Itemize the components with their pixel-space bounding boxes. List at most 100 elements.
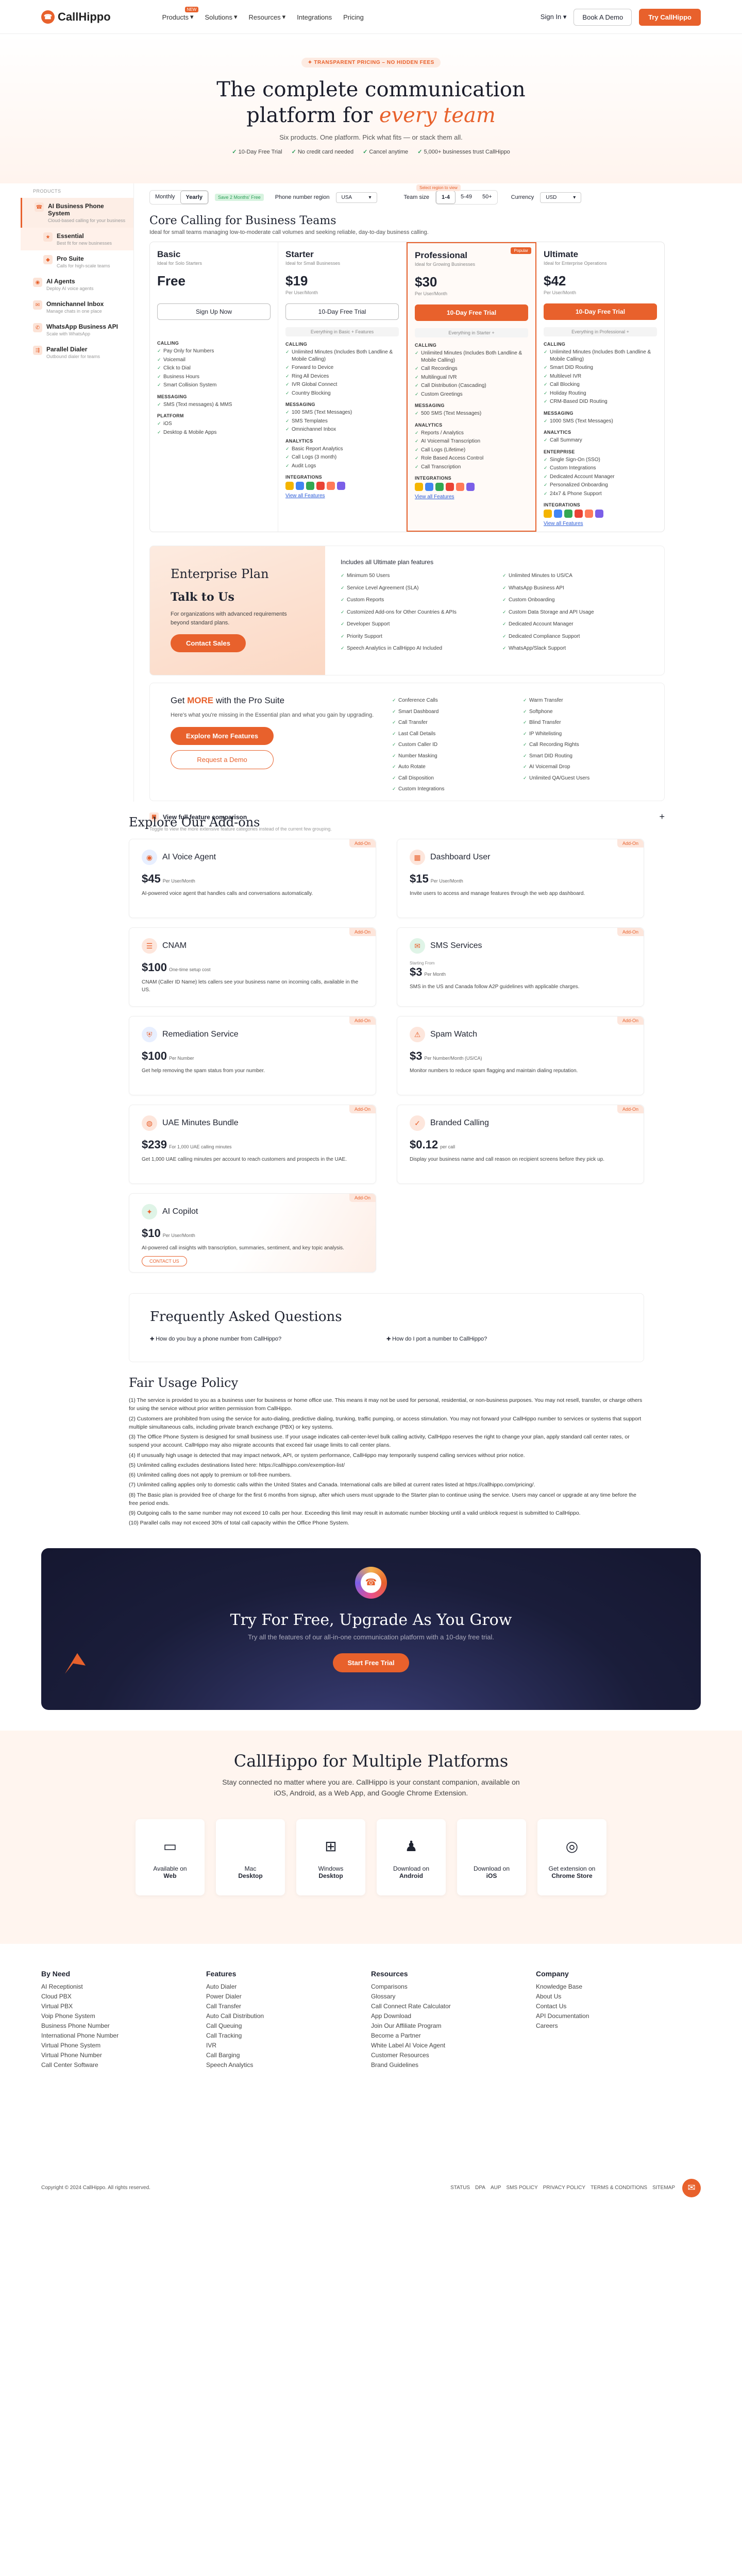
plan-cta-button[interactable]: 10-Day Free Trial — [415, 304, 528, 321]
addon-header: ✉ SMS Services — [410, 938, 631, 954]
addon-price-unit: per call — [440, 1144, 456, 1149]
footer-link[interactable]: Virtual Phone Number — [41, 2052, 206, 2059]
start-trial-button[interactable]: Start Free Trial — [333, 1653, 409, 1672]
new-badge: NEW — [184, 7, 199, 12]
addon-price-unit: Per Number/Month (US/CA) — [424, 1056, 482, 1061]
phone-icon: ☎ — [35, 202, 44, 212]
footer-link[interactable]: Cloud PBX — [41, 1993, 206, 2000]
footer-legal-link[interactable]: STATUS — [450, 2185, 470, 2191]
logo[interactable]: ☎ CallHippo — [41, 10, 111, 24]
billing-toggle[interactable]: Monthly Yearly — [149, 190, 209, 205]
footer-link[interactable]: Voip Phone System — [41, 2012, 206, 2020]
sidebar-item-whatsapp[interactable]: ✆ WhatsApp Business API Scale with WhatsAp… — [21, 318, 133, 341]
explore-features-button[interactable]: Explore More Features — [171, 726, 274, 745]
try-button[interactable]: Try CallHippo — [639, 8, 701, 26]
footer-link[interactable]: Call Connect Rate Calculator — [371, 2003, 536, 2010]
footer-link[interactable]: About Us — [536, 1993, 701, 2000]
footer-legal-link[interactable]: SITEMAP — [652, 2185, 675, 2191]
region-select[interactable]: USA ▾ — [335, 192, 377, 203]
book-demo-button[interactable]: Book A Demo — [574, 8, 632, 26]
footer-legal-link[interactable]: DPA — [475, 2185, 485, 2191]
footer-legal-link[interactable]: TERMS & CONDITIONS — [591, 2185, 647, 2191]
suite-feature: Conference Calls — [392, 697, 513, 704]
nav-pricing[interactable]: Pricing — [343, 13, 364, 21]
footer-link[interactable]: Call Tracking — [206, 2032, 371, 2039]
sidebar-item-parallel-dialer[interactable]: ⇶ Parallel Dialer Outbound dialer for team… — [21, 341, 133, 364]
platform-card-ios[interactable]: Download on iOS — [457, 1819, 526, 1895]
footer-link[interactable]: Business Phone Number — [41, 2022, 206, 2029]
footer-link[interactable]: Call Barging — [206, 2052, 371, 2059]
footer-link[interactable]: White Label AI Voice Agent — [371, 2042, 536, 2049]
footer-legal-link[interactable]: SMS POLICY — [507, 2185, 538, 2191]
feature-item: Call Logs (Lifetime) — [415, 447, 528, 454]
currency-select[interactable]: USD ▾ — [540, 192, 582, 203]
footer-link[interactable]: Call Queuing — [206, 2022, 371, 2029]
view-all-features-link[interactable]: View all Features — [544, 521, 657, 527]
footer-link[interactable]: AI Receptionist — [41, 1983, 206, 1990]
plan-cta-button[interactable]: 10-Day Free Trial — [544, 303, 657, 320]
footer-link[interactable]: Brand Guidelines — [371, 2061, 536, 2069]
signin-link[interactable]: Sign In ▾ — [541, 13, 567, 21]
sidebar-item-essential[interactable]: ★ Essential Best fit for new businesses — [21, 228, 133, 250]
contact-us-button[interactable]: CONTACT US — [142, 1256, 187, 1266]
feature-item: Call Transcription — [415, 464, 528, 471]
footer-legal-link[interactable]: AUP — [491, 2185, 501, 2191]
sidebar-item-ai-agents[interactable]: ◉ AI Agents Deploy AI voice agents — [21, 273, 133, 296]
footer-legal-link[interactable]: PRIVACY POLICY — [543, 2185, 585, 2191]
footer-link[interactable]: Join Our Affiliate Program — [371, 2022, 536, 2029]
request-demo-button[interactable]: Request a Demo — [171, 750, 274, 769]
footer-link[interactable]: Become a Partner — [371, 2032, 536, 2039]
suite-feature: Call Recording Rights — [523, 741, 644, 749]
footer-link[interactable]: App Download — [371, 2012, 536, 2020]
footer-link[interactable]: Comparisons — [371, 1983, 536, 1990]
platform-card-chrome-store[interactable]: ◎ Get extension on Chrome Store — [537, 1819, 606, 1895]
plan-cta-button[interactable]: 10-Day Free Trial — [285, 303, 399, 320]
sidebar-item-phone-system[interactable]: ☎ AI Business Phone System Cloud-based cal… — [21, 198, 133, 228]
footer-link[interactable]: Customer Resources — [371, 2052, 536, 2059]
nav-products[interactable]: Products ▾ NEW — [162, 7, 199, 21]
chat-help-icon[interactable]: ✉ — [682, 2178, 701, 2197]
sidebar-item-pro-suite[interactable]: ◆ Pro Suite Calls for high-scale teams — [21, 250, 133, 273]
platform-line2: Web — [163, 1872, 177, 1879]
addon-card: Add-On ◉ AI Voice Agent $45 Per User/Month AI… — [129, 839, 376, 918]
footer-link[interactable]: Speech Analytics — [206, 2061, 371, 2069]
view-all-features-link[interactable]: View all Features — [415, 494, 528, 500]
footer-link[interactable]: International Phone Number — [41, 2032, 206, 2039]
contact-sales-button[interactable]: Contact Sales — [171, 634, 246, 652]
footer-link[interactable]: Power Dialer — [206, 1993, 371, 2000]
faq-question[interactable]: How do I port a number to CallHippo? — [386, 1336, 623, 1342]
nav-integrations[interactable]: Integrations — [297, 13, 332, 21]
faq-question[interactable]: How do you buy a phone number from CallH… — [150, 1336, 386, 1342]
integration-logos — [285, 482, 399, 490]
footer-link[interactable]: IVR — [206, 2042, 371, 2049]
footer-link[interactable]: Contact Us — [536, 2003, 701, 2010]
suite-feature: Last Call Details — [392, 731, 513, 738]
platform-card-desktop[interactable]: ⊞ Windows Desktop — [296, 1819, 365, 1895]
view-all-features-link[interactable]: View all Features — [285, 493, 399, 499]
policy-line: (6) Unlimited calling does not apply to … — [129, 1472, 292, 1479]
addon-name: UAE Minutes Bundle — [162, 1118, 239, 1127]
footer-link[interactable]: Virtual Phone System — [41, 2042, 206, 2049]
footer-link[interactable]: Call Transfer — [206, 2003, 371, 2010]
footer-link[interactable]: Call Center Software — [41, 2061, 206, 2069]
footer-link[interactable]: API Documentation — [536, 2012, 701, 2020]
sidebar-item-omnichannel[interactable]: ✉ Omnichannel Inbox Manage chats in one pl… — [21, 296, 133, 318]
site-header: ☎ CallHippo Products ▾ NEW Solutions ▾ Res… — [0, 0, 742, 34]
addon-price-unit: For 1,000 UAE calling minutes — [168, 1144, 232, 1149]
addon-price: $0.12 per call — [410, 1138, 631, 1151]
nav-solutions[interactable]: Solutions ▾ — [205, 13, 238, 21]
footer-link[interactable]: Auto Dialer — [206, 1983, 371, 1990]
footer-link[interactable]: Careers — [536, 2022, 701, 2029]
footer-link[interactable]: Glossary — [371, 1993, 536, 2000]
team-size-toggle[interactable]: 1-4 5-49 50+ — [435, 190, 498, 205]
platform-card-web[interactable]: ▭ Available on Web — [136, 1819, 205, 1895]
platform-label: Mac Desktop — [238, 1865, 262, 1879]
footer-link[interactable]: Virtual PBX — [41, 2003, 206, 2010]
footer-link[interactable]: Auto Call Distribution — [206, 2012, 371, 2020]
footer-link[interactable]: Knowledge Base — [536, 1983, 701, 1990]
nav-resources[interactable]: Resources ▾ — [249, 13, 286, 21]
platform-card-android[interactable]: ♟ Download on Android — [377, 1819, 446, 1895]
platform-line2: iOS — [486, 1872, 497, 1879]
plan-cta-button[interactable]: Sign Up Now — [157, 303, 271, 320]
platform-card-desktop[interactable]: Mac Desktop — [216, 1819, 285, 1895]
